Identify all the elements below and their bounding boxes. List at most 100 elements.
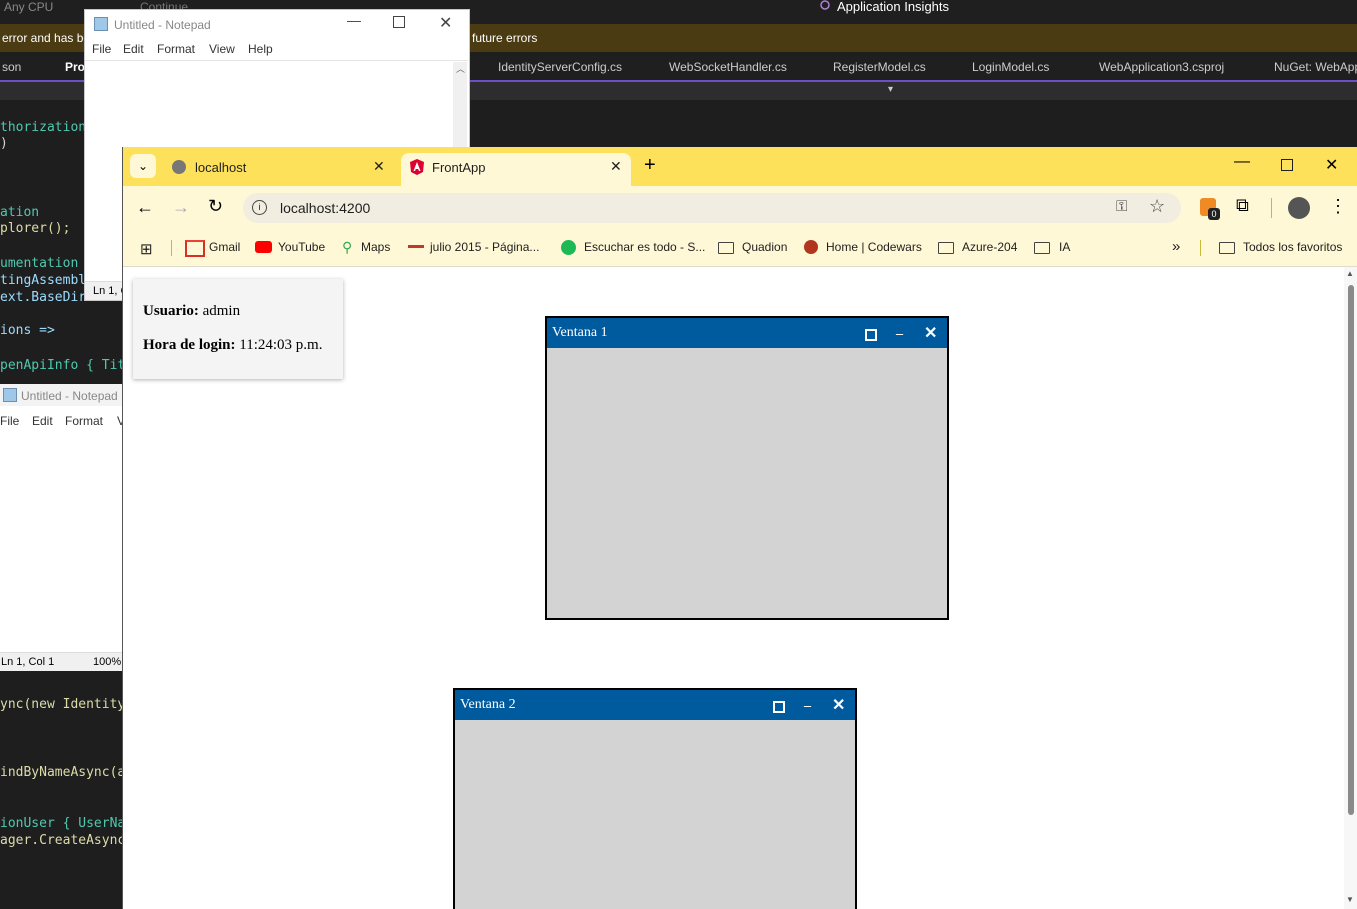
minimize-icon[interactable]: _: [804, 694, 811, 710]
bookmark-divider: [171, 240, 172, 256]
tab-frontapp[interactable]: FrontApp ✕: [401, 153, 631, 186]
notepad-icon: [94, 17, 108, 31]
reload-icon[interactable]: ↻: [208, 196, 223, 217]
window-titlebar[interactable]: Ventana 1 _ ✕: [547, 318, 947, 348]
kebab-menu-icon[interactable]: ⋮: [1329, 196, 1347, 217]
code-line: indByNameAsync(a: [0, 765, 125, 780]
code-line: ext.BaseDire: [0, 290, 94, 305]
vs-tab[interactable]: WebApplication3.csproj: [1099, 60, 1224, 74]
bookmark-label: Maps: [361, 240, 391, 254]
user-row: Usuario: admin: [143, 303, 240, 320]
more-bookmarks-icon[interactable]: »: [1172, 238, 1180, 255]
menu-edit[interactable]: Edit: [123, 42, 144, 56]
extensions-puzzle-icon[interactable]: ⧉: [1236, 195, 1249, 216]
bookmark-label: Escuchar es todo - S...: [584, 240, 706, 254]
vs-tab[interactable]: RegisterModel.cs: [833, 60, 926, 74]
zoom-level: 100%: [93, 656, 122, 668]
forward-icon[interactable]: →: [172, 197, 190, 218]
gmail-icon: [185, 240, 205, 257]
angular-icon: [410, 159, 424, 175]
page-scrollbar[interactable]: ▲ ▼: [1344, 267, 1357, 909]
all-bookmarks-label: Todos los favoritos: [1243, 240, 1343, 254]
youtube-icon: [255, 241, 272, 253]
close-icon[interactable]: ✕: [1325, 155, 1338, 175]
code-line: tingAssembl: [0, 273, 87, 288]
maximize-icon[interactable]: [865, 329, 877, 341]
menu-format[interactable]: Format: [157, 42, 195, 56]
login-time-row: Hora de login: 11:24:03 p.m.: [143, 337, 322, 354]
minimize-icon[interactable]: —: [347, 12, 361, 28]
vs-tab-active[interactable]: Pro: [65, 60, 85, 74]
key-icon[interactable]: ⚿: [1116, 198, 1127, 215]
code-line: umentation: [0, 256, 79, 271]
maximize-icon[interactable]: [393, 16, 405, 28]
close-icon[interactable]: ✕: [924, 323, 937, 343]
infobar-message-right: future errors: [472, 31, 538, 45]
tab-localhost[interactable]: localhost ✕: [165, 153, 395, 186]
back-icon[interactable]: ←: [136, 197, 154, 218]
globe-icon: [172, 160, 186, 174]
minimize-icon[interactable]: _: [896, 322, 903, 338]
notepad-title: Untitled - Notepad: [114, 18, 211, 32]
maximize-icon[interactable]: [773, 701, 785, 713]
close-tab-icon[interactable]: ✕: [373, 158, 385, 175]
code-line: ager.CreateAsync: [0, 833, 125, 848]
chevron-up-icon[interactable]: ︿: [456, 62, 465, 75]
close-icon[interactable]: ✕: [439, 13, 452, 33]
floating-window-1[interactable]: Ventana 1 _ ✕: [545, 316, 949, 620]
menu-edit[interactable]: Edit: [32, 414, 53, 428]
vs-tab[interactable]: WebSocketHandler.cs: [669, 60, 787, 74]
codewars-icon: [804, 240, 818, 254]
vs-tab[interactable]: IdentityServerConfig.cs: [498, 60, 622, 74]
menu-format[interactable]: Format: [65, 414, 103, 428]
scroll-down-icon[interactable]: ▼: [1346, 895, 1354, 904]
apps-grid-icon[interactable]: ⊞: [140, 240, 153, 258]
avatar[interactable]: [1288, 197, 1310, 219]
menu-help[interactable]: Help: [248, 42, 273, 56]
bookmark-label: Quadion: [742, 240, 788, 254]
notepad-title: Untitled - Notepad: [21, 389, 118, 403]
toolbar-divider: [1271, 198, 1272, 218]
code-line: ): [0, 136, 8, 151]
user-info-card: Usuario: admin Hora de login: 11:24:03 p…: [133, 279, 343, 379]
minimize-icon[interactable]: —: [1234, 153, 1250, 171]
tab-search-button[interactable]: ⌄: [130, 154, 156, 178]
bookmark-label: Gmail: [209, 240, 241, 254]
code-line: ionUser { UserNa: [0, 816, 125, 831]
menu-file[interactable]: File: [0, 414, 19, 428]
extension-badge: 0: [1208, 208, 1220, 220]
solution-platform-select[interactable]: Any CPU: [4, 0, 53, 14]
code-line: thorization: [0, 120, 87, 135]
vs-tab[interactable]: NuGet: WebApp: [1274, 60, 1357, 74]
new-tab-button[interactable]: +: [644, 154, 656, 177]
chrome-toolbar: ← → ↻ i localhost:4200 ⚿ ☆ 0 ⧉ ⋮: [123, 186, 1357, 230]
address-bar[interactable]: i localhost:4200 ⚿ ☆: [243, 193, 1181, 223]
star-icon[interactable]: ☆: [1149, 196, 1165, 217]
chevron-down-icon[interactable]: ▾: [888, 84, 893, 95]
notepad-icon: [3, 388, 17, 402]
site-info-icon[interactable]: i: [252, 200, 267, 215]
menu-file[interactable]: File: [92, 42, 111, 56]
floating-window-2[interactable]: Ventana 2 _ ✕: [453, 688, 857, 909]
chrome-window: ⌄ localhost ✕ FrontApp ✕ + — ✕ ← → ↻ i l…: [122, 147, 1357, 909]
window-titlebar[interactable]: Ventana 2 _ ✕: [455, 690, 855, 720]
vs-tab[interactable]: LoginModel.cs: [972, 60, 1049, 74]
notepad-statusbar: Ln 1, Col 1 100%: [0, 652, 125, 671]
login-time-value: 11:24:03 p.m.: [239, 337, 323, 353]
vs-tab[interactable]: son: [2, 60, 21, 74]
close-tab-icon[interactable]: ✕: [610, 158, 622, 175]
menu-view[interactable]: View: [209, 42, 235, 56]
code-line: ync(new Identity: [0, 697, 125, 712]
page-content: Usuario: admin Hora de login: 11:24:03 p…: [123, 267, 1357, 909]
bookmark-label: julio 2015 - Página...: [430, 240, 540, 254]
window-title: Ventana 2: [460, 697, 516, 712]
scroll-up-icon[interactable]: ▲: [1346, 269, 1354, 278]
application-insights-button[interactable]: Application Insights: [837, 0, 949, 14]
scrollbar-thumb[interactable]: [1348, 285, 1354, 815]
maximize-icon[interactable]: [1281, 159, 1293, 171]
infobar-message-left: error and has be: [2, 31, 91, 45]
login-time-label: Hora de login:: [143, 337, 236, 353]
user-label: Usuario:: [143, 303, 199, 319]
close-icon[interactable]: ✕: [832, 695, 845, 715]
maps-icon: ⚲: [342, 239, 353, 255]
